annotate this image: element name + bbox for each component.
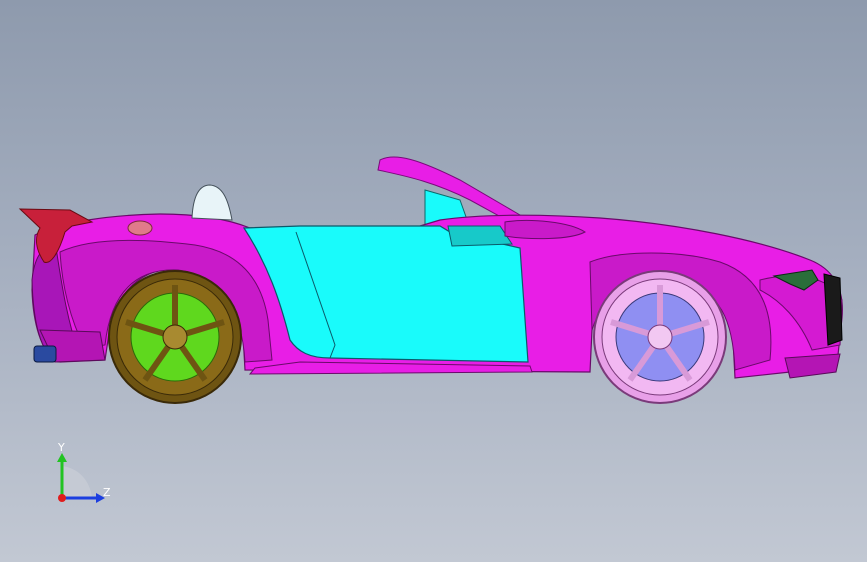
- orientation-triad: Y Z: [57, 441, 111, 503]
- x-axis-origin: [58, 494, 66, 502]
- fuel-cap[interactable]: [127, 220, 153, 236]
- exhaust-pipe[interactable]: [33, 345, 57, 363]
- z-axis-label: Z: [103, 486, 111, 499]
- front-splitter[interactable]: [784, 353, 841, 379]
- 3d-viewport[interactable]: Y Z: [0, 0, 867, 562]
- y-axis-label: Y: [57, 441, 65, 454]
- triad-plane: [62, 466, 92, 498]
- side-mirror[interactable]: [447, 225, 513, 247]
- rear-wheel[interactable]: [108, 270, 242, 404]
- car-model[interactable]: [0, 0, 867, 562]
- headrest[interactable]: [191, 184, 233, 221]
- front-wheel[interactable]: [593, 270, 727, 404]
